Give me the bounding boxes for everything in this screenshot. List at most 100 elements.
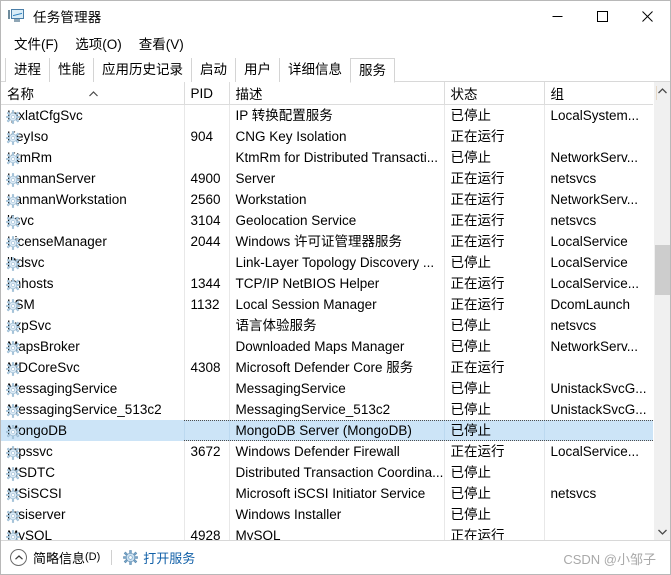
cell-group — [544, 462, 653, 483]
menu-view[interactable]: 查看(V) — [131, 31, 193, 55]
scroll-up-button[interactable] — [654, 82, 670, 99]
group-label: LocalService... — [550, 276, 640, 291]
gear-icon — [6, 466, 20, 481]
table-row[interactable]: LicenseManager 2044 Windows 许可证管理器服务 正在运行 Lo… — [1, 231, 653, 252]
table-row[interactable]: LxpSvc 语言体验服务 已停止 netsvcs — [1, 315, 653, 336]
cell-group: NetworkServ... — [544, 189, 653, 210]
cell-status: 已停止 — [444, 252, 545, 273]
status-label: 已停止 — [450, 381, 492, 396]
cell-pid: 2560 — [184, 189, 230, 210]
scrollbar-thumb[interactable] — [655, 245, 670, 295]
cell-group: netsvcs — [544, 168, 653, 189]
cell-description: Microsoft iSCSI Initiator Service — [229, 483, 445, 504]
table-row[interactable]: MSDTC Distributed Transaction Coordina...… — [1, 462, 653, 483]
cell-pid: 2044 — [184, 231, 230, 252]
table-row[interactable]: MongoDB MongoDB Server (MongoDB) 已停止 — [1, 420, 653, 441]
cell-pid — [184, 399, 230, 420]
cell-description: Microsoft Defender Core 服务 — [229, 357, 445, 378]
column-header-group[interactable]: 组 — [544, 82, 653, 105]
tab-users[interactable]: 用户 — [235, 58, 279, 82]
cell-description: Geolocation Service — [229, 210, 445, 231]
tab-processes[interactable]: 进程 — [5, 58, 49, 82]
maximize-button[interactable] — [580, 1, 625, 31]
cell-description: MongoDB Server (MongoDB) — [229, 420, 445, 441]
column-header-pid[interactable]: PID — [184, 82, 230, 105]
table-row[interactable]: lltdsvc Link-Layer Topology Discovery ...… — [1, 252, 653, 273]
table-row[interactable]: KtmRm KtmRm for Distributed Transacti... 已… — [1, 147, 653, 168]
column-header-status[interactable]: 状态 — [444, 82, 545, 105]
cell-description: Windows Installer — [229, 504, 445, 525]
column-header-name[interactable]: 名称 — [1, 82, 185, 105]
menu-file[interactable]: 文件(F) — [6, 31, 67, 55]
cell-group: LocalService... — [544, 441, 653, 462]
table-row[interactable]: MDCoreSvc 4308 Microsoft Defender Core 服务 正… — [1, 357, 653, 378]
minimize-button[interactable] — [535, 1, 580, 31]
cell-name: LicenseManager — [1, 231, 185, 252]
cell-name: LxpSvc — [1, 315, 185, 336]
menu-options[interactable]: 选项(O) — [67, 31, 131, 55]
description-label: Link-Layer Topology Discovery ... — [235, 255, 435, 270]
gear-icon — [6, 508, 20, 523]
cell-pid: 4928 — [184, 525, 230, 540]
footer-divider — [111, 549, 113, 565]
scroll-down-button[interactable] — [654, 523, 670, 540]
cell-description: 语言体验服务 — [229, 315, 445, 336]
table-row[interactable]: MySQL 4928 MySQL 正在运行 — [1, 525, 653, 540]
description-label: Geolocation Service — [235, 213, 357, 228]
cell-pid — [184, 336, 230, 357]
fewer-details-button[interactable]: 简略信息 (D) — [10, 548, 100, 567]
cell-group: LocalSystem... — [544, 105, 653, 127]
column-header-description[interactable]: 描述 — [229, 82, 445, 105]
table-row[interactable]: MSiSCSI Microsoft iSCSI Initiator Service… — [1, 483, 653, 504]
status-label: 已停止 — [450, 339, 492, 354]
cell-status: 已停止 — [444, 147, 545, 168]
pid-label: 1344 — [190, 276, 221, 291]
tab-details[interactable]: 详细信息 — [279, 58, 350, 82]
task-manager-window: 任务管理器 文件(F) 选项(O) 查看(V) 进程 性能 应用历史记录 启动 … — [0, 0, 671, 575]
table-row[interactable]: LSM 1132 Local Session Manager 正在运行 DcomLaun… — [1, 294, 653, 315]
cell-group: LocalService... — [544, 273, 653, 294]
table-row[interactable]: IpxlatCfgSvc IP 转换配置服务 已停止 LocalSystem... — [1, 104, 653, 127]
gear-icon — [6, 130, 20, 145]
cell-status: 已停止 — [444, 504, 545, 525]
description-label: Workstation — [235, 192, 307, 207]
group-label: DcomLaunch — [550, 297, 631, 312]
table-row[interactable]: MapsBroker Downloaded Maps Manager 已停止 Netw… — [1, 336, 653, 357]
table-row[interactable]: msiserver Windows Installer 已停止 — [1, 504, 653, 525]
table-row[interactable]: MessagingService_513c2 MessagingService_5… — [1, 399, 653, 420]
table-row[interactable]: MessagingService MessagingService 已停止 Unist… — [1, 378, 653, 399]
cell-group — [544, 126, 653, 147]
table-row[interactable]: KeyIso 904 CNG Key Isolation 正在运行 — [1, 126, 653, 147]
tab-startup[interactable]: 启动 — [191, 58, 235, 82]
tab-performance[interactable]: 性能 — [49, 58, 93, 82]
description-label: Distributed Transaction Coordina... — [235, 465, 444, 480]
description-label: Windows Defender Firewall — [235, 444, 400, 459]
cell-pid: 1344 — [184, 273, 230, 294]
table-row[interactable]: mpssvc 3672 Windows Defender Firewall 正在运行 L… — [1, 441, 653, 462]
cell-description: Local Session Manager — [229, 294, 445, 315]
table-row[interactable]: lfsvc 3104 Geolocation Service 正在运行 netsvcs — [1, 210, 653, 231]
description-label: 语言体验服务 — [235, 318, 317, 333]
services-grid-viewport: 名称 PID 描述 状态 组 IpxlatCfgSvc IP 转换配置服务 已停止 L… — [1, 82, 653, 540]
tab-services[interactable]: 服务 — [350, 58, 395, 83]
cell-description: MessagingService — [229, 378, 445, 399]
cell-name: MessagingService_513c2 — [1, 399, 185, 420]
cell-pid: 3104 — [184, 210, 230, 231]
table-row[interactable]: lmhosts 1344 TCP/IP NetBIOS Helper 正在运行 Loca… — [1, 273, 653, 294]
open-services-button[interactable]: 打开服务 — [123, 548, 195, 567]
gear-icon — [6, 487, 20, 502]
cell-description: Server — [229, 168, 445, 189]
tab-app-history[interactable]: 应用历史记录 — [93, 58, 191, 82]
cell-name: IpxlatCfgSvc — [1, 104, 185, 126]
watermark: CSDN @小邹子 — [563, 552, 656, 567]
service-name-label: LanmanServer — [7, 171, 96, 186]
close-button[interactable] — [625, 1, 670, 31]
status-label: 已停止 — [450, 486, 492, 501]
table-row[interactable]: LanmanServer 4900 Server 正在运行 netsvcs — [1, 168, 653, 189]
cell-status: 正在运行 — [444, 525, 545, 540]
open-services-label: 打开服务 — [143, 550, 196, 566]
service-name-label: MessagingService_513c2 — [7, 402, 162, 417]
table-row[interactable]: LanmanWorkstation 2560 Workstation 正在运行 Netw… — [1, 189, 653, 210]
vertical-scrollbar[interactable] — [653, 82, 670, 540]
column-header-name-label: 名称 — [7, 87, 34, 102]
